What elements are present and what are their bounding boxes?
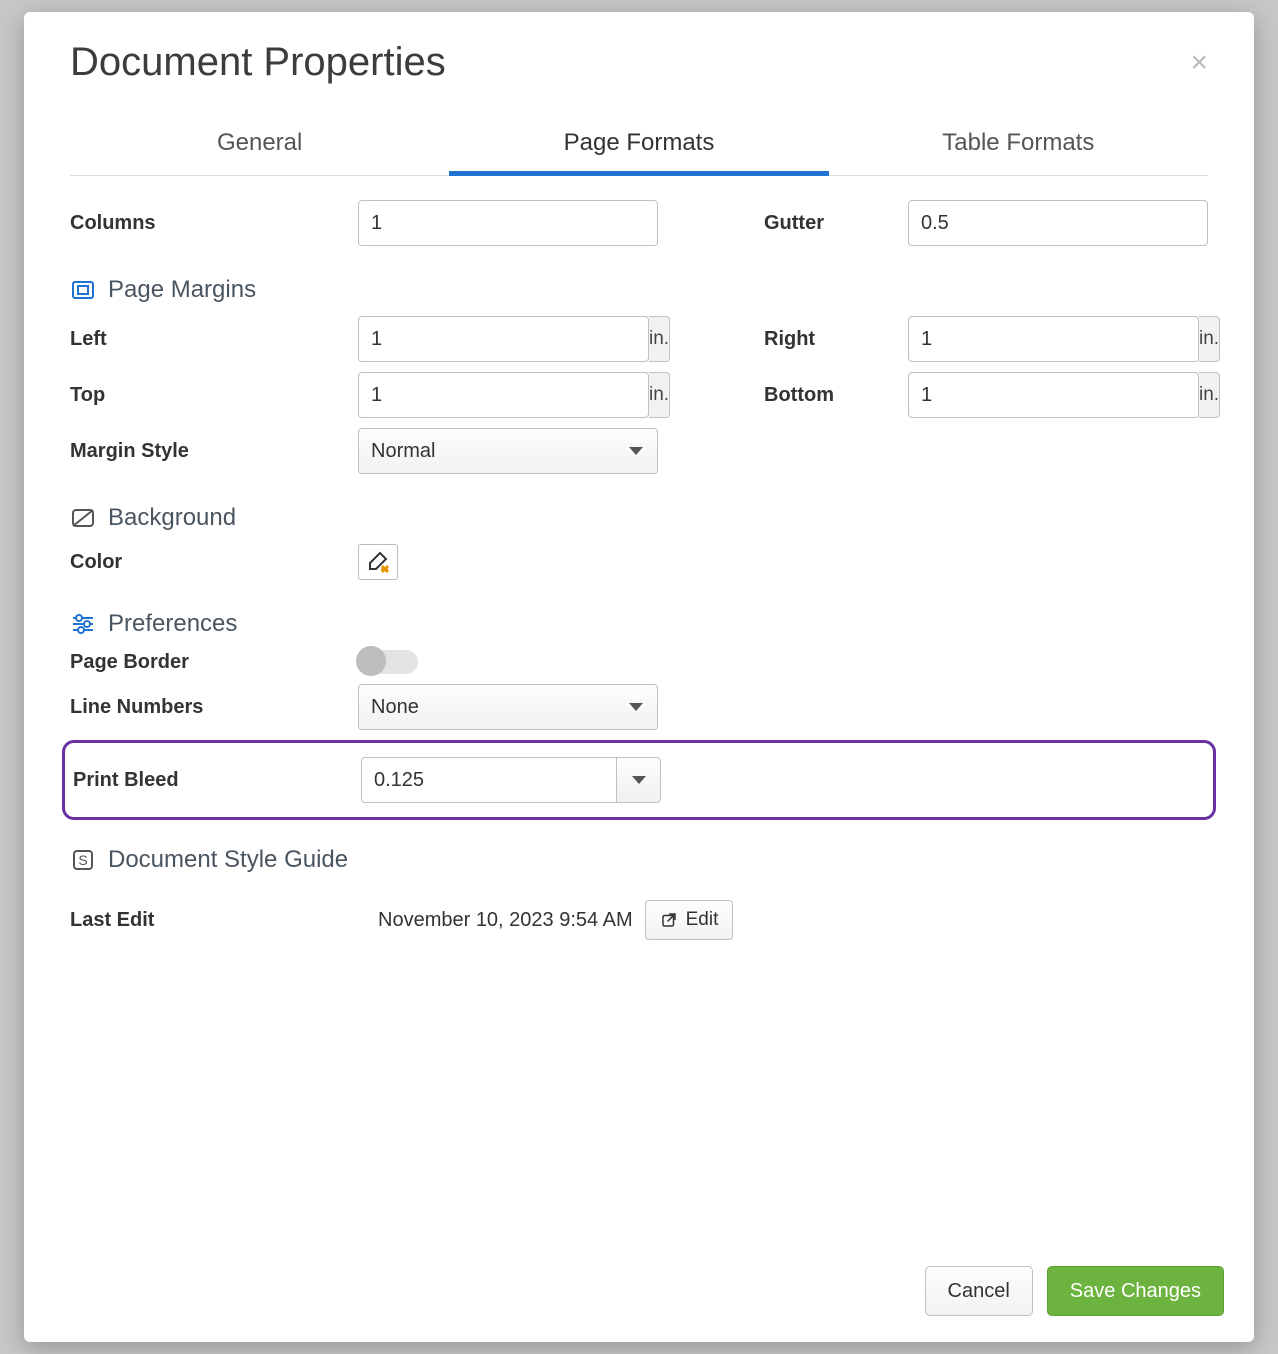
modal-footer: Cancel Save Changes (24, 1246, 1254, 1342)
section-preferences-label: Preferences (108, 610, 237, 638)
print-bleed-label: Print Bleed (73, 769, 343, 792)
gutter-input[interactable] (908, 200, 1208, 246)
edit-style-guide-button[interactable]: Edit (645, 900, 734, 940)
bottom-margin-label: Bottom (764, 384, 890, 407)
top-margin-label: Top (70, 384, 340, 407)
chevron-down-icon (629, 703, 643, 711)
last-edit-label: Last Edit (70, 909, 322, 932)
background-icon (70, 505, 96, 531)
cancel-button[interactable]: Cancel (925, 1266, 1033, 1316)
columns-input[interactable] (358, 200, 658, 246)
top-margin-input[interactable] (358, 372, 649, 418)
section-background: Background (70, 504, 1208, 532)
page-border-label: Page Border (70, 651, 340, 674)
edit-button-label: Edit (686, 909, 719, 931)
print-bleed-dropdown-button[interactable] (616, 758, 660, 802)
right-margin-input[interactable] (908, 316, 1199, 362)
left-margin-label: Left (70, 328, 340, 351)
section-page-margins: Page Margins (70, 276, 1208, 304)
style-guide-icon: S (70, 847, 96, 873)
tab-table-formats[interactable]: Table Formats (829, 119, 1208, 175)
section-style-guide-label: Document Style Guide (108, 846, 348, 874)
gutter-label: Gutter (764, 212, 890, 235)
top-margin-unit: in. (649, 372, 670, 418)
margin-style-select[interactable]: Normal (358, 428, 658, 474)
columns-label: Columns (70, 212, 340, 235)
page-margins-icon (70, 277, 96, 303)
color-picker[interactable] (358, 544, 398, 580)
tabs: General Page Formats Table Formats (70, 119, 1208, 176)
line-numbers-select[interactable]: None (358, 684, 658, 730)
toggle-knob (356, 646, 386, 676)
bottom-margin-unit: in. (1199, 372, 1220, 418)
print-bleed-highlight: Print Bleed 0.125 (62, 740, 1216, 820)
right-margin-label: Right (764, 328, 890, 351)
tab-page-formats[interactable]: Page Formats (449, 119, 828, 176)
external-link-icon (660, 911, 678, 929)
last-edit-value: November 10, 2023 9:54 AM (378, 909, 633, 932)
preferences-icon (70, 611, 96, 637)
bottom-margin-input[interactable] (908, 372, 1199, 418)
page-border-toggle[interactable] (358, 650, 418, 674)
line-numbers-value: None (371, 696, 419, 719)
left-margin-unit: in. (649, 316, 670, 362)
print-bleed-value: 0.125 (362, 758, 616, 802)
color-label: Color (70, 551, 340, 574)
line-numbers-label: Line Numbers (70, 696, 340, 719)
print-bleed-combo[interactable]: 0.125 (361, 757, 661, 803)
save-changes-button[interactable]: Save Changes (1047, 1266, 1224, 1316)
section-style-guide: S Document Style Guide (70, 846, 1208, 874)
svg-text:S: S (78, 852, 87, 868)
page-formats-panel: Columns Gutter Page Margins Left in. Rig… (24, 190, 1254, 1246)
left-margin-input[interactable] (358, 316, 649, 362)
right-margin-unit: in. (1199, 316, 1220, 362)
margin-style-label: Margin Style (70, 440, 340, 463)
chevron-down-icon (629, 447, 643, 455)
margin-style-value: Normal (371, 440, 435, 463)
section-page-margins-label: Page Margins (108, 276, 256, 304)
tab-general[interactable]: General (70, 119, 449, 175)
chevron-down-icon (632, 776, 646, 784)
section-preferences: Preferences (70, 610, 1208, 638)
document-properties-modal: Document Properties × General Page Forma… (24, 12, 1254, 1342)
section-background-label: Background (108, 504, 236, 532)
close-icon[interactable]: × (1190, 48, 1208, 78)
modal-title: Document Properties (70, 40, 446, 85)
